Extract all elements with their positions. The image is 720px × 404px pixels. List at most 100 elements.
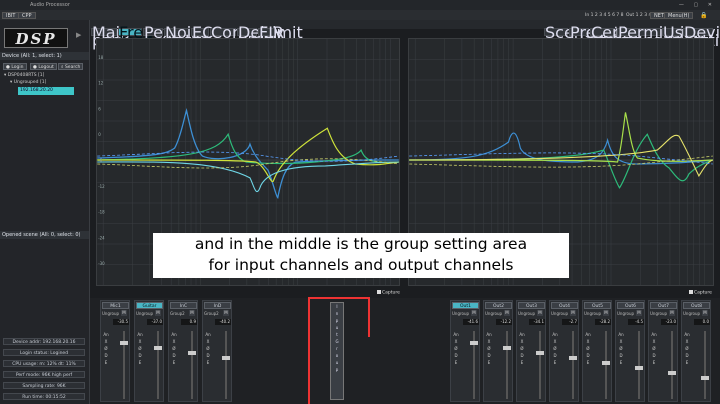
out-strip-mute[interactable]: M xyxy=(537,310,543,316)
in-strip-btn[interactable]: An xyxy=(171,331,177,338)
out-strip-btn[interactable]: X xyxy=(552,338,558,345)
in-strip-gain-value[interactable]: 0.9 xyxy=(181,319,197,325)
in-strip-gain-value[interactable]: -30.5 xyxy=(113,319,129,325)
out-strip-gain-value[interactable]: -2.7 xyxy=(562,319,578,325)
tab-preset[interactable]: Preset xyxy=(569,25,620,41)
out-strip-mute[interactable]: M xyxy=(636,310,642,316)
in-strip-gain-value[interactable]: -40.2 xyxy=(215,319,231,325)
in-strip-btn[interactable]: E xyxy=(137,359,143,366)
out-strip-btn[interactable]: Ø xyxy=(453,345,459,352)
out-strip-btn[interactable]: E xyxy=(519,359,525,366)
in-strip-btn[interactable]: An xyxy=(205,331,211,338)
tab-user[interactable]: User xyxy=(662,25,699,41)
in-strip-btn[interactable]: X xyxy=(205,338,211,345)
tab-permission-manage[interactable]: Permission manage xyxy=(617,25,704,49)
capture-check-left[interactable]: Capture xyxy=(377,290,400,296)
out-strip-fader[interactable] xyxy=(638,331,640,399)
in-strip-btn[interactable]: E xyxy=(103,359,109,366)
out-strip-gain-value[interactable]: 0.0 xyxy=(694,319,710,325)
in-strip-name[interactable]: InC xyxy=(170,302,197,309)
out-strip-group[interactable]: Ungroup xyxy=(452,311,472,316)
in-strip-group[interactable]: Ungroup xyxy=(102,311,122,316)
out-strip-btn[interactable]: D xyxy=(519,352,525,359)
out-strip-btn[interactable]: D xyxy=(651,352,657,359)
out-strip-btn[interactable]: X xyxy=(486,338,492,345)
out-strip-group[interactable]: Ungroup xyxy=(485,311,505,316)
out-strip-btn[interactable]: Ø xyxy=(618,345,624,352)
out-strip-group[interactable]: Ungroup xyxy=(584,311,604,316)
out-strip-btn[interactable]: D xyxy=(486,352,492,359)
in-strip-btn[interactable]: D xyxy=(103,352,109,359)
out-strip-btn[interactable]: E xyxy=(618,359,624,366)
tab-delay[interactable]: Delay xyxy=(237,25,284,41)
in-strip-btn[interactable]: E xyxy=(171,359,177,366)
in-strip-group[interactable]: Group2 xyxy=(204,311,224,316)
out-strip-name[interactable]: Out1 xyxy=(452,302,479,309)
in-strip-btn[interactable]: Ø xyxy=(171,345,177,352)
out-strip-btn[interactable]: E xyxy=(486,359,492,366)
in-strip-btn[interactable]: D xyxy=(205,352,211,359)
out-strip-btn[interactable]: E xyxy=(684,359,690,366)
tab-freq-resp[interactable]: Freq resp xyxy=(118,25,154,49)
in-strip-mute[interactable]: M xyxy=(189,310,195,316)
search-button[interactable]: ⌕ Search xyxy=(58,63,84,70)
in-strip-fader-knob[interactable] xyxy=(222,356,230,360)
out-strip-gain-value[interactable]: -34.1 xyxy=(529,319,545,325)
out-strip-fader[interactable] xyxy=(572,331,574,399)
out-strip-fader-knob[interactable] xyxy=(536,351,544,355)
out-strip-fader-knob[interactable] xyxy=(503,346,511,350)
tab-scene[interactable]: Scene xyxy=(544,25,594,41)
in-strip-fader-knob[interactable] xyxy=(120,341,128,345)
out-strip-btn[interactable]: An xyxy=(684,331,690,338)
in-strip-fader-knob[interactable] xyxy=(188,351,196,355)
in-strip-btn[interactable]: Ø xyxy=(137,345,143,352)
out-strip-btn[interactable]: An xyxy=(519,331,525,338)
in-strip-btn[interactable]: Ø xyxy=(103,345,109,352)
menu-cpp[interactable]: CPP xyxy=(18,12,36,19)
out-strip-name[interactable]: Out5 xyxy=(584,302,611,309)
out-strip-fader[interactable] xyxy=(671,331,673,399)
out-strip-btn[interactable]: An xyxy=(585,331,591,338)
out-strip-fader-knob[interactable] xyxy=(635,366,643,370)
in-strip-btn[interactable]: An xyxy=(103,331,109,338)
out-strip-fader-knob[interactable] xyxy=(668,371,676,375)
out-strip-mute[interactable]: M xyxy=(570,310,576,316)
out-strip-fader-knob[interactable] xyxy=(701,376,709,380)
in-strip-btn[interactable]: X xyxy=(171,338,177,345)
out-strip-btn[interactable]: An xyxy=(651,331,657,338)
out-strip-fader-knob[interactable] xyxy=(470,341,478,345)
out-strip-group[interactable]: Ungroup xyxy=(617,311,637,316)
out-strip-btn[interactable]: D xyxy=(684,352,690,359)
selected-device-ip[interactable]: 192.168.20.20 xyxy=(18,87,74,95)
tree-group[interactable]: ▾ Ungrouped [1] xyxy=(10,80,46,85)
in-channel-numbers[interactable]: 1 2 3 4 5 6 7 8 xyxy=(591,13,624,18)
out-strip-fader-knob[interactable] xyxy=(602,361,610,365)
tab-comp-limit[interactable]: Comp/Limit xyxy=(210,25,303,41)
in-strip-fader-knob[interactable] xyxy=(154,346,162,350)
out-strip-fader[interactable] xyxy=(704,331,706,399)
in-strip-fader[interactable] xyxy=(191,331,193,399)
out-strip-btn[interactable]: An xyxy=(618,331,624,338)
out-strip-gain-value[interactable]: -41.6 xyxy=(463,319,479,325)
out-strip-btn[interactable]: E xyxy=(651,359,657,366)
out-strip-mute[interactable]: M xyxy=(504,310,510,316)
out-strip-btn[interactable]: Ø xyxy=(552,345,558,352)
out-strip-btn[interactable]: X xyxy=(453,338,459,345)
out-strip-fader[interactable] xyxy=(539,331,541,399)
out-strip-gain-value[interactable]: -4.5 xyxy=(628,319,644,325)
out-strip-btn[interactable]: D xyxy=(453,352,459,359)
out-strip-gain-value[interactable]: -28.2 xyxy=(595,319,611,325)
out-strip-mute[interactable]: M xyxy=(702,310,708,316)
capture-check-right[interactable]: Capture xyxy=(689,290,712,296)
out-strip-btn[interactable]: D xyxy=(552,352,558,359)
out-strip-btn[interactable]: An xyxy=(552,331,558,338)
tab-center-ctrl[interactable]: Center ctrl xyxy=(590,25,645,49)
menu-ibit[interactable]: IBIT xyxy=(2,12,20,19)
out-strip-fader[interactable] xyxy=(506,331,508,399)
in-strip-mute[interactable]: M xyxy=(155,310,161,316)
out-strip-btn[interactable]: X xyxy=(651,338,657,345)
in-strip-btn[interactable]: An xyxy=(137,331,143,338)
in-strip-mute[interactable]: M xyxy=(121,310,127,316)
out-strip-btn[interactable]: Ø xyxy=(486,345,492,352)
out-strip-name[interactable]: Out3 xyxy=(518,302,545,309)
